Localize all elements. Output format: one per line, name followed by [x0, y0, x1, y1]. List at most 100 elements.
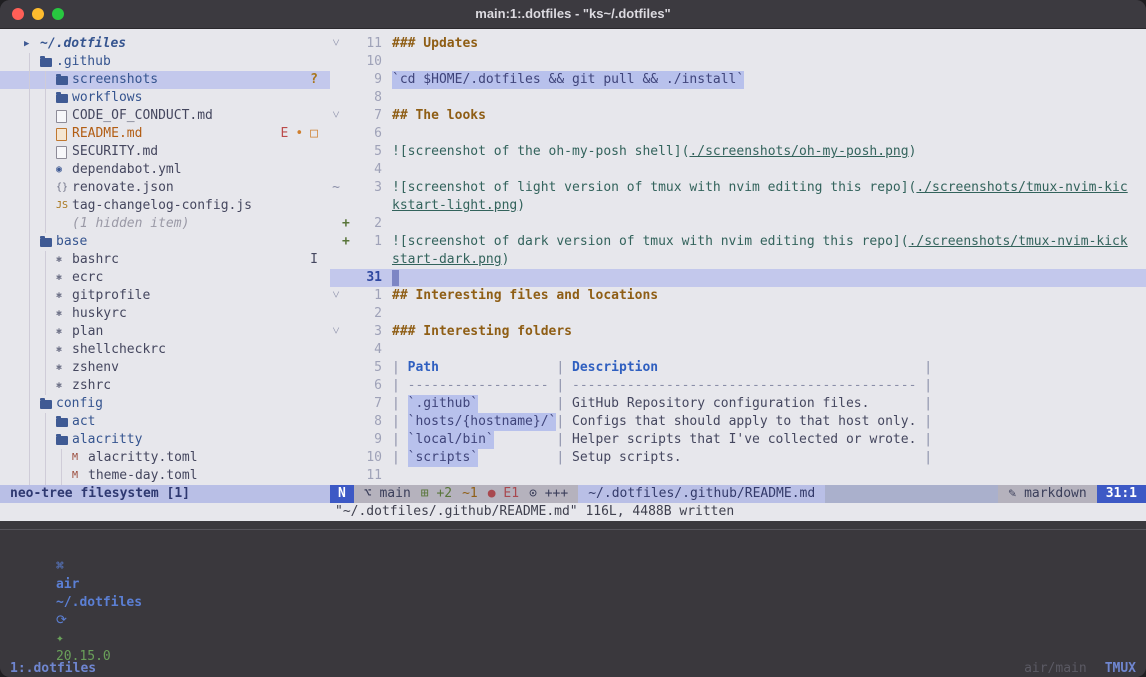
tree-indent-guide [24, 359, 40, 377]
shell-pane[interactable]: ⌘ air ~/.dotfiles ⟳ ✦ 20.15.0 ➜ 1:.dotfi… [0, 529, 1146, 677]
tree-item-label: screenshots [72, 71, 158, 89]
tmux-session-label: air/main [1024, 660, 1087, 677]
tree-indent-guide [24, 143, 40, 161]
gutter-gap [382, 377, 392, 395]
editor-line[interactable]: ˅7## The looks [330, 107, 1146, 125]
tree-item-base[interactable]: base [0, 233, 330, 251]
filetype-icon: ✱ [56, 377, 72, 395]
tree-item-dotfiles[interactable]: ▶~/.dotfiles [0, 35, 330, 53]
tree-item-shellcheckrc[interactable]: ✱shellcheckrc [0, 341, 330, 359]
tmux-window-label[interactable]: 1:.dotfiles [10, 660, 96, 677]
tree-item-code-of-conduct-md[interactable]: CODE_OF_CONDUCT.md [0, 107, 330, 125]
syntax-pipe: | [392, 377, 408, 395]
tree-item-zshenv[interactable]: ✱zshenv [0, 359, 330, 377]
syntax-url: ./screenshots/tmux-nvim-kic [916, 179, 1127, 197]
editor-line[interactable]: 4 [330, 161, 1146, 179]
zoom-button[interactable] [52, 8, 64, 20]
close-button[interactable] [12, 8, 24, 20]
tree-item-1-hidden-item[interactable]: (1 hidden item) [0, 215, 330, 233]
tree-item-bashrc[interactable]: ✱bashrcI [0, 251, 330, 269]
tree-item-tag-changelog-config-js[interactable]: JStag-changelog-config.js [0, 197, 330, 215]
fold-marker-icon [330, 53, 342, 71]
folder-icon [40, 400, 56, 409]
tree-indent-guide [40, 287, 56, 305]
tree-item-dependabot-yml[interactable]: ◉dependabot.yml [0, 161, 330, 179]
editor-cursor-line[interactable]: 31 [330, 269, 1146, 287]
editor-line[interactable]: 7| `.github` | GitHub Repository configu… [330, 395, 1146, 413]
fold-marker-icon [330, 413, 342, 431]
fold-marker-icon[interactable]: ~ [330, 179, 342, 197]
git-sign: + [342, 215, 352, 233]
tree-indent-guide [24, 53, 40, 71]
badge-info: I [310, 251, 318, 269]
editor-line[interactable]: 11 [330, 467, 1146, 485]
git-sign [342, 161, 352, 179]
tree-item-workflows[interactable]: workflows [0, 89, 330, 107]
filetype-icon: ✱ [56, 323, 72, 341]
git-sign [342, 359, 352, 377]
plugin-status-indicator: ⊙ +++ [529, 485, 568, 503]
tree-item-huskyrc[interactable]: ✱huskyrc [0, 305, 330, 323]
git-sign [342, 89, 352, 107]
tree-indent-guide [40, 305, 56, 323]
syntax-pipe: | [392, 449, 408, 467]
editor-line[interactable]: 6| ------------------ | ----------------… [330, 377, 1146, 395]
editor-line[interactable]: 5| Path | Description | [330, 359, 1146, 377]
tree-item-theme-day-toml[interactable]: Mtheme-day.toml [0, 467, 330, 485]
tree-item-config[interactable]: config [0, 395, 330, 413]
tree-item-security-md[interactable]: SECURITY.md [0, 143, 330, 161]
editor-line[interactable]: 8| `hosts/{hostname}/`| Configs that sho… [330, 413, 1146, 431]
line-number: 3 [352, 179, 382, 197]
fold-marker-icon[interactable]: ˅ [330, 323, 342, 341]
syntax-pipe: | [556, 449, 572, 467]
tree-item-screenshots[interactable]: screenshots? [0, 71, 330, 89]
gutter-gap [382, 179, 392, 197]
tree-item-alacritty[interactable]: alacritty [0, 431, 330, 449]
tree-item-gitprofile[interactable]: ✱gitprofile [0, 287, 330, 305]
tree-item-label: gitprofile [72, 287, 150, 305]
folder-icon [56, 418, 72, 427]
tree-item-readme-md[interactable]: README.mdE•□ [0, 125, 330, 143]
fold-marker-icon[interactable]: ˅ [330, 287, 342, 305]
tree-indent-guide [24, 89, 40, 107]
editor-line[interactable]: ~3![screenshot of light version of tmux … [330, 179, 1146, 197]
editor-line[interactable]: 10| `scripts` | Setup scripts. | [330, 449, 1146, 467]
fold-marker-icon[interactable]: ˅ [330, 107, 342, 125]
tree-item-github[interactable]: .github [0, 53, 330, 71]
tree-indent-guide [40, 179, 56, 197]
editor-line[interactable]: 9`cd $HOME/.dotfiles && git pull && ./in… [330, 71, 1146, 89]
editor-line[interactable]: ˅1## Interesting files and locations [330, 287, 1146, 305]
editor-line[interactable]: 4 [330, 341, 1146, 359]
editor-line[interactable]: 5![screenshot of the oh-my-posh shell](.… [330, 143, 1146, 161]
badge-err: E [281, 125, 289, 143]
tree-item-zshrc[interactable]: ✱zshrc [0, 377, 330, 395]
tree-item-label: huskyrc [72, 305, 127, 323]
tree-item-alacritty-toml[interactable]: Malacritty.toml [0, 449, 330, 467]
tree-item-ecrc[interactable]: ✱ecrc [0, 269, 330, 287]
editor-line[interactable]: ˅3### Interesting folders [330, 323, 1146, 341]
fold-marker-icon[interactable]: ˅ [330, 35, 342, 53]
tree-item-act[interactable]: act [0, 413, 330, 431]
editor-line[interactable]: 10 [330, 53, 1146, 71]
editor-buffer[interactable]: ˅11### Updates109`cd $HOME/.dotfiles && … [330, 29, 1146, 485]
syntax-pipe: | [924, 377, 932, 395]
gutter-gap [382, 395, 392, 413]
editor-line[interactable]: +1![screenshot of dark version of tmux w… [330, 233, 1146, 251]
minimize-button[interactable] [32, 8, 44, 20]
editor-line[interactable]: 8 [330, 89, 1146, 107]
editor-line[interactable]: ˅11### Updates [330, 35, 1146, 53]
editor-line[interactable]: 9| `local/bin` | Helper scripts that I'v… [330, 431, 1146, 449]
editor-line[interactable]: kstart-light.png) [330, 197, 1146, 215]
tree-indent-guide [24, 269, 40, 287]
editor-line[interactable]: 2 [330, 305, 1146, 323]
tree-item-renovate-json[interactable]: {}renovate.json [0, 179, 330, 197]
neotree-statusline: neo-tree filesystem [1] [0, 485, 330, 503]
git-sign [342, 71, 352, 89]
syntax-txt: Configs that should apply to that host o… [572, 413, 924, 431]
editor-line[interactable]: 6 [330, 125, 1146, 143]
tree-item-plan[interactable]: ✱plan [0, 323, 330, 341]
tree-indent-guide [24, 179, 40, 197]
tree-indent-guide [40, 359, 56, 377]
editor-line[interactable]: +2 [330, 215, 1146, 233]
editor-line[interactable]: start-dark.png) [330, 251, 1146, 269]
